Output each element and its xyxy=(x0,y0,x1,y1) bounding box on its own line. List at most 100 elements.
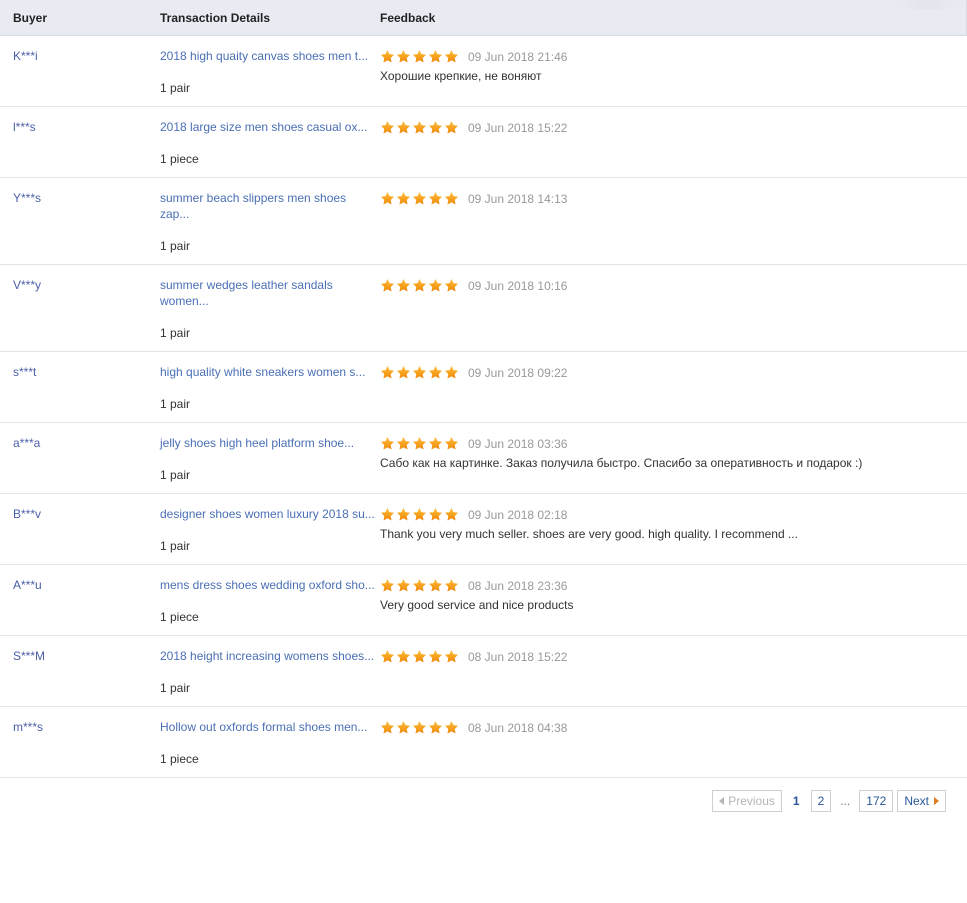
product-title-link[interactable]: 2018 large size men shoes casual ox... xyxy=(160,119,375,135)
feedback-rating-row: 09 Jun 2018 09:22 xyxy=(380,364,957,381)
cell-transaction-details: 2018 high quaity canvas shoes men t... 1 … xyxy=(145,48,375,96)
table-row: Y***s summer beach slippers men shoes zap… xyxy=(0,178,967,265)
cell-feedback: 09 Jun 2018 14:13 xyxy=(375,190,967,254)
buyer-link[interactable]: K***i xyxy=(13,46,38,63)
buyer-link[interactable]: A***u xyxy=(13,575,42,592)
star-icon xyxy=(444,120,459,135)
pagination: Previous 1 2 ... 172 Next xyxy=(712,790,946,812)
feedback-date: 08 Jun 2018 15:22 xyxy=(468,649,568,664)
feedback-rating-row: 09 Jun 2018 02:18 xyxy=(380,506,957,523)
buyer-link[interactable]: S***M xyxy=(13,646,45,663)
pagination-page-172[interactable]: 172 xyxy=(859,790,894,812)
product-title-link[interactable]: Hollow out oxfords formal shoes men... xyxy=(160,719,375,735)
star-icon xyxy=(380,649,395,664)
cell-transaction-details: high quality white sneakers women s... 1 … xyxy=(145,364,375,412)
column-header-feedback: Feedback xyxy=(380,10,436,25)
star-icon xyxy=(428,191,443,206)
star-icon xyxy=(428,649,443,664)
feedback-rating-row: 09 Jun 2018 10:16 xyxy=(380,277,957,294)
feedback-date: 09 Jun 2018 15:22 xyxy=(468,120,568,135)
feedback-rating-row: 09 Jun 2018 15:22 xyxy=(380,119,957,136)
star-icon xyxy=(444,507,459,522)
feedback-date: 09 Jun 2018 10:16 xyxy=(468,278,568,293)
star-icon xyxy=(380,578,395,593)
feedback-rating-row: 08 Jun 2018 23:36 xyxy=(380,577,957,594)
star-icon xyxy=(380,120,395,135)
product-quantity: 1 pair xyxy=(160,397,191,411)
star-icon xyxy=(428,278,443,293)
cell-transaction-details: summer beach slippers men shoes zap... 1 … xyxy=(145,190,375,254)
feedback-date: 09 Jun 2018 21:46 xyxy=(468,49,568,64)
cell-buyer: K***i xyxy=(0,48,145,96)
cell-transaction-details: mens dress shoes wedding oxford sho... 1 … xyxy=(145,577,375,625)
star-icon xyxy=(412,720,427,735)
buyer-link[interactable]: V***y xyxy=(13,275,41,292)
star-icon xyxy=(380,436,395,451)
buyer-link[interactable]: m***s xyxy=(13,717,43,734)
star-icon xyxy=(428,507,443,522)
product-title-link[interactable]: mens dress shoes wedding oxford sho... xyxy=(160,577,375,593)
buyer-link[interactable]: l***s xyxy=(13,117,36,134)
cell-feedback: 09 Jun 2018 02:18 Thank you very much sel… xyxy=(375,506,967,554)
table-row: s***t high quality white sneakers women s… xyxy=(0,352,967,423)
feedback-date: 09 Jun 2018 03:36 xyxy=(468,436,568,451)
buyer-link[interactable]: a***a xyxy=(13,433,40,450)
table-row: A***u mens dress shoes wedding oxford sho… xyxy=(0,565,967,636)
pagination-previous-button[interactable]: Previous xyxy=(712,790,782,812)
buyer-link[interactable]: s***t xyxy=(13,362,36,379)
star-icon xyxy=(380,49,395,64)
star-icon xyxy=(396,507,411,522)
table-row: a***a jelly shoes high heel platform shoe… xyxy=(0,423,967,494)
star-rating xyxy=(380,120,459,135)
pagination-next-button[interactable]: Next xyxy=(897,790,946,812)
star-icon xyxy=(396,278,411,293)
feedback-rating-row: 09 Jun 2018 14:13 xyxy=(380,190,957,207)
product-quantity: 1 piece xyxy=(160,152,199,166)
buyer-link[interactable]: Y***s xyxy=(13,188,41,205)
table-row: m***s Hollow out oxfords formal shoes men… xyxy=(0,707,967,778)
star-icon xyxy=(444,191,459,206)
column-header-transaction-details: Transaction Details xyxy=(160,10,271,25)
product-title-link[interactable]: summer wedges leather sandals women... xyxy=(160,277,375,309)
feedback-date: 09 Jun 2018 14:13 xyxy=(468,191,568,206)
table-row: V***y summer wedges leather sandals women… xyxy=(0,265,967,352)
star-icon xyxy=(444,578,459,593)
product-quantity: 1 piece xyxy=(160,752,199,766)
star-rating xyxy=(380,436,459,451)
cell-feedback: 09 Jun 2018 09:22 xyxy=(375,364,967,412)
cell-transaction-details: designer shoes women luxury 2018 su... 1 … xyxy=(145,506,375,554)
star-icon xyxy=(412,191,427,206)
product-title-link[interactable]: 2018 height increasing womens shoes... xyxy=(160,648,375,664)
feedback-comment: Thank you very much seller. shoes are ve… xyxy=(380,527,798,541)
product-title-link[interactable]: jelly shoes high heel platform shoe... xyxy=(160,435,375,451)
column-header-buyer: Buyer xyxy=(13,10,48,25)
cell-feedback: 09 Jun 2018 10:16 xyxy=(375,277,967,341)
star-icon xyxy=(428,49,443,64)
star-icon xyxy=(396,49,411,64)
cell-transaction-details: summer wedges leather sandals women... 1 … xyxy=(145,277,375,341)
pagination-page-2[interactable]: 2 xyxy=(810,790,832,812)
star-icon xyxy=(412,649,427,664)
star-rating xyxy=(380,191,459,206)
star-icon xyxy=(396,649,411,664)
cell-feedback: 09 Jun 2018 15:22 xyxy=(375,119,967,167)
star-icon xyxy=(396,120,411,135)
product-title-link[interactable]: designer shoes women luxury 2018 su... xyxy=(160,506,375,522)
cell-buyer: l***s xyxy=(0,119,145,167)
star-icon xyxy=(380,365,395,380)
cell-buyer: Y***s xyxy=(0,190,145,254)
product-quantity: 1 pair xyxy=(160,681,191,695)
cell-buyer: m***s xyxy=(0,719,145,767)
product-title-link[interactable]: 2018 high quaity canvas shoes men t... xyxy=(160,48,375,64)
cell-buyer: B***v xyxy=(0,506,145,554)
cell-transaction-details: Hollow out oxfords formal shoes men... 1 … xyxy=(145,719,375,767)
buyer-link[interactable]: B***v xyxy=(13,504,41,521)
feedback-date: 09 Jun 2018 02:18 xyxy=(468,507,568,522)
product-title-link[interactable]: summer beach slippers men shoes zap... xyxy=(160,190,375,222)
star-rating xyxy=(380,507,459,522)
product-title-link[interactable]: high quality white sneakers women s... xyxy=(160,364,375,380)
feedback-comment: Хорошие крепкие, не воняют xyxy=(380,69,542,83)
cell-buyer: V***y xyxy=(0,277,145,341)
triangle-right-icon xyxy=(934,796,939,805)
star-icon xyxy=(428,720,443,735)
